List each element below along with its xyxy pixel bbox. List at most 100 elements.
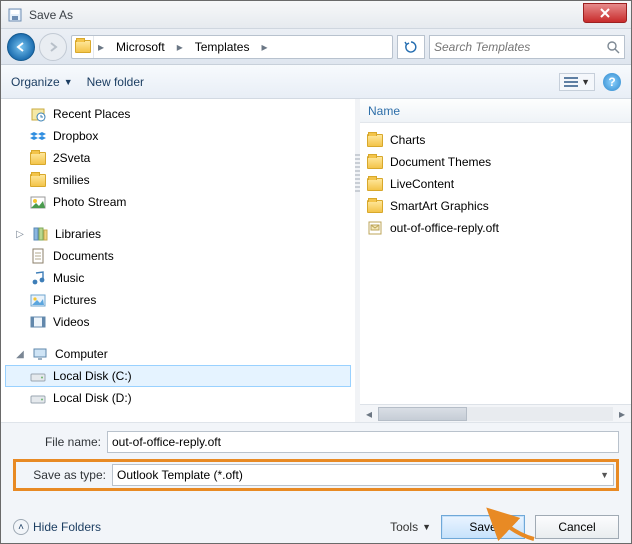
- doc-icon: [29, 247, 47, 265]
- tree-item-label: Photo Stream: [53, 195, 126, 209]
- file-name-input[interactable]: out-of-office-reply.oft: [107, 431, 619, 453]
- hide-folders-button[interactable]: ˄ Hide Folders: [13, 519, 101, 535]
- drive-icon: [29, 389, 47, 407]
- horizontal-scrollbar[interactable]: ◂ ▸: [360, 404, 631, 422]
- oft-icon: [366, 219, 384, 237]
- tree-item-label: 2Sveta: [53, 151, 90, 165]
- search-box[interactable]: [429, 35, 625, 59]
- back-button[interactable]: [7, 33, 35, 61]
- tree-item-label: Pictures: [53, 293, 96, 307]
- toolbar: Organize▼ New folder ▼ ?: [1, 65, 631, 99]
- vid-icon: [29, 313, 47, 331]
- drive-icon: [29, 367, 47, 385]
- footer: File name: out-of-office-reply.oft Save …: [1, 422, 631, 543]
- save-button[interactable]: Save: [441, 515, 525, 539]
- tools-menu[interactable]: Tools▼: [390, 520, 431, 534]
- folder-icon: [29, 171, 47, 189]
- close-button[interactable]: [583, 3, 627, 23]
- file-item-label: Document Themes: [390, 155, 491, 169]
- file-item-label: Charts: [390, 133, 425, 147]
- save-as-type-label: Save as type:: [18, 468, 106, 482]
- tree-library-3[interactable]: Videos: [1, 311, 355, 333]
- file-name-label: File name:: [13, 435, 101, 449]
- tree-library-1[interactable]: Music: [1, 267, 355, 289]
- splitter[interactable]: [355, 99, 360, 422]
- chevron-up-icon: ˄: [13, 519, 29, 535]
- computer-icon: [31, 345, 49, 363]
- folder-tree[interactable]: Recent Places Dropbox 2Sveta smilies Photo S…: [1, 99, 355, 422]
- libraries-icon: [31, 225, 49, 243]
- chevron-right-icon[interactable]: ▸: [173, 40, 187, 54]
- tree-item-label: Local Disk (D:): [53, 391, 132, 405]
- tree-library-2[interactable]: Pictures: [1, 289, 355, 311]
- folder-icon: [72, 36, 94, 58]
- file-item-label: out-of-office-reply.oft: [390, 221, 499, 235]
- save-as-type-dropdown[interactable]: Outlook Template (*.oft) ▼: [112, 464, 614, 486]
- dropbox-icon: [29, 127, 47, 145]
- search-input[interactable]: [434, 40, 606, 54]
- tree-drive-0[interactable]: Local Disk (C:): [5, 365, 351, 387]
- tree-favorite-1[interactable]: Dropbox: [1, 125, 355, 147]
- tree-drive-1[interactable]: Local Disk (D:): [1, 387, 355, 409]
- chevron-down-icon: ▼: [422, 522, 431, 532]
- breadcrumb-bar[interactable]: ▸ Microsoft ▸ Templates ▸: [71, 35, 393, 59]
- scroll-right-icon[interactable]: ▸: [613, 407, 631, 421]
- tree-favorite-2[interactable]: 2Sveta: [1, 147, 355, 169]
- tree-item-label: Libraries: [55, 227, 101, 241]
- forward-button: [39, 33, 67, 61]
- tree-favorite-4[interactable]: Photo Stream: [1, 191, 355, 213]
- help-button[interactable]: ?: [603, 73, 621, 91]
- tree-favorite-3[interactable]: smilies: [1, 169, 355, 191]
- window-title: Save As: [29, 8, 73, 22]
- file-item-0[interactable]: Charts: [360, 129, 631, 151]
- recent-icon: [29, 105, 47, 123]
- expand-icon[interactable]: ▷: [15, 229, 25, 240]
- cancel-button[interactable]: Cancel: [535, 515, 619, 539]
- photostream-icon: [29, 193, 47, 211]
- chevron-down-icon: ▼: [64, 77, 73, 87]
- tree-item-label: Recent Places: [53, 107, 130, 121]
- tree-section-libraries[interactable]: ▷ Libraries: [1, 223, 355, 245]
- tree-library-0[interactable]: Documents: [1, 245, 355, 267]
- tree-item-label: Dropbox: [53, 129, 98, 143]
- tree-item-label: Music: [53, 271, 84, 285]
- file-item-2[interactable]: LiveContent: [360, 173, 631, 195]
- pic-icon: [29, 291, 47, 309]
- chevron-down-icon: ▼: [581, 77, 590, 87]
- tree-section-computer[interactable]: ◢ Computer: [1, 343, 355, 365]
- file-item-1[interactable]: Document Themes: [360, 151, 631, 173]
- scroll-left-icon[interactable]: ◂: [360, 407, 378, 421]
- organize-menu[interactable]: Organize▼: [11, 75, 73, 89]
- tree-item-label: Local Disk (C:): [53, 369, 132, 383]
- file-item-label: SmartArt Graphics: [390, 199, 489, 213]
- chevron-down-icon: ▼: [600, 470, 609, 480]
- expand-icon[interactable]: ◢: [15, 349, 25, 360]
- folder-icon: [366, 153, 384, 171]
- nav-bar: ▸ Microsoft ▸ Templates ▸: [1, 29, 631, 65]
- file-item-3[interactable]: SmartArt Graphics: [360, 195, 631, 217]
- file-item-label: LiveContent: [390, 177, 454, 191]
- title-bar: Save As: [1, 1, 631, 29]
- chevron-right-icon[interactable]: ▸: [257, 40, 271, 54]
- music-icon: [29, 269, 47, 287]
- views-icon: [564, 76, 578, 88]
- tree-item-label: Videos: [53, 315, 89, 329]
- folder-icon: [29, 149, 47, 167]
- tree-item-label: Documents: [53, 249, 114, 263]
- breadcrumb-templates[interactable]: Templates: [187, 36, 258, 58]
- refresh-button[interactable]: [397, 35, 425, 59]
- search-icon: [606, 40, 620, 54]
- chevron-right-icon[interactable]: ▸: [94, 40, 108, 54]
- folder-icon: [366, 131, 384, 149]
- new-folder-button[interactable]: New folder: [87, 75, 144, 89]
- saveas-icon: [7, 7, 23, 23]
- tree-favorite-0[interactable]: Recent Places: [1, 103, 355, 125]
- column-header-name[interactable]: Name: [360, 99, 631, 123]
- scroll-thumb[interactable]: [378, 407, 467, 421]
- views-button[interactable]: ▼: [559, 73, 595, 91]
- file-item-4[interactable]: out-of-office-reply.oft: [360, 217, 631, 239]
- breadcrumb-microsoft[interactable]: Microsoft: [108, 36, 173, 58]
- file-list[interactable]: Charts Document Themes LiveContent SmartArt…: [360, 123, 631, 404]
- tree-item-label: smilies: [53, 173, 90, 187]
- tree-item-label: Computer: [55, 347, 108, 361]
